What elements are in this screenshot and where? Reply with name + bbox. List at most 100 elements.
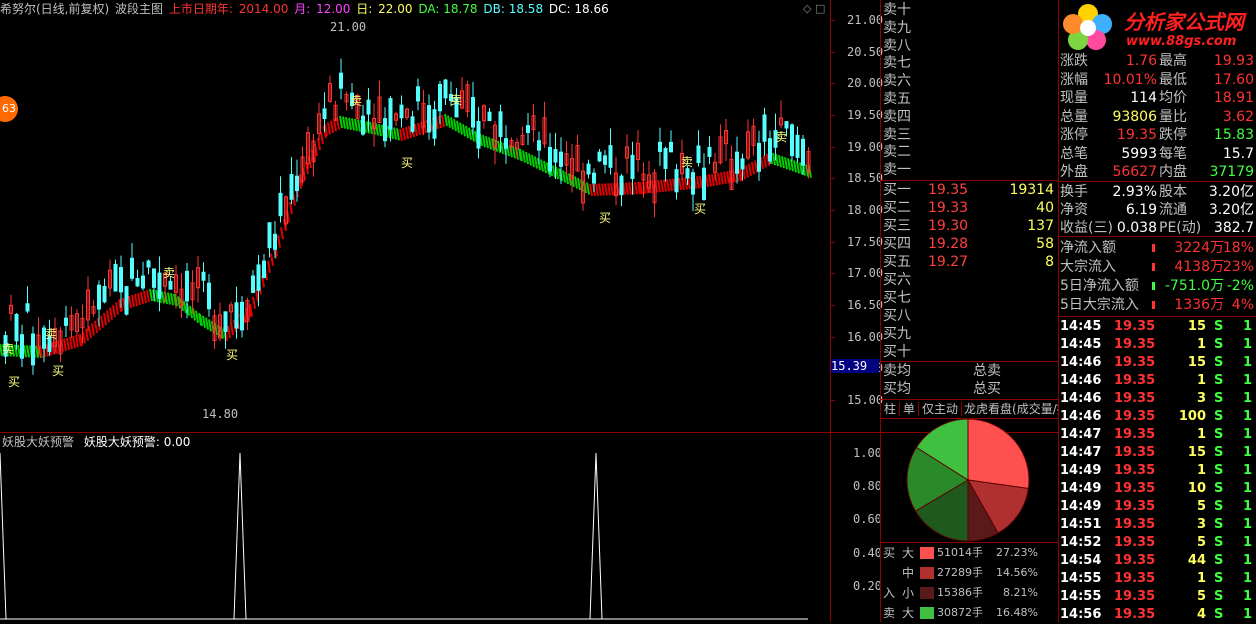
candle-body [31,333,35,366]
candle-body [443,79,448,99]
tick-volume: 15 [1187,355,1206,370]
ribbon-segment [669,178,673,192]
candle-body [185,270,189,302]
ribbon-segment [586,182,590,195]
stat-key: 换手 [1060,184,1088,200]
candle-body [586,163,591,175]
price-tick-mark [831,146,835,148]
tick-row: 14:45 19.35 1 S 1 [1060,336,1256,354]
tick-count: 1 [1242,517,1252,532]
ribbon-segment [763,155,767,168]
ribbon-segment [69,336,73,350]
tick-count: 1 [1242,355,1252,370]
sub-indicator-chart[interactable] [0,433,830,622]
tick-count: 1 [1242,553,1252,568]
tick-volume: 15 [1187,445,1206,460]
kline-chart[interactable] [0,18,830,432]
candle-body [526,125,530,133]
sell-level-row[interactable]: 卖三 [883,126,1058,144]
candle-body [207,282,211,310]
sell-level-row[interactable]: 卖十 [883,1,1058,19]
sell-level-row[interactable]: 卖九 [883,19,1058,37]
candle-body [25,303,30,312]
stat-value: 10.01% [1103,71,1157,88]
tick-side: S [1214,499,1224,514]
sell-level-row[interactable]: 卖一 [883,161,1058,179]
tick-count: 1 [1242,607,1252,622]
tick-price: 19.35 [1114,571,1156,586]
ribbon-segment [342,116,346,129]
buy-level-row[interactable]: 买六 [883,271,1058,289]
tab-bar[interactable]: 柱 [881,402,901,416]
buy-level-row[interactable]: 买四 19.28 58 [883,235,1058,253]
tick-time: 14:46 [1060,355,1102,370]
buy-level-row[interactable]: 买八 [883,307,1058,325]
stat-row: 涨幅 10.01% 最低 17.60 [1060,71,1256,89]
site-logo[interactable]: 分析家公式网 www.88gs.com [1060,0,1256,54]
ribbon-segment [720,172,724,185]
sell-level-row[interactable]: 卖六 [883,72,1058,90]
buy-level-row[interactable]: 买一 19.35 19314 [883,181,1058,199]
tick-time: 14:56 [1060,607,1102,622]
tab-single[interactable]: 单 [900,402,920,416]
tab-active-only[interactable]: 仅主动 [919,402,963,416]
price-tick-label: 18.00 [847,203,884,217]
ribbon-segment [522,150,526,163]
stat-value: 93806 [1112,108,1157,125]
sell-level-row[interactable]: 卖四 [883,108,1058,126]
candle-body [130,257,134,279]
price-tick-label: 15.00 [847,393,884,407]
price-tick-label: 19.50 [847,108,884,122]
tick-time: 14:47 [1060,427,1102,442]
ribbon-segment [485,136,489,149]
legend-volume: 51014手 [937,546,983,559]
sell-signal: 卖 [163,266,176,280]
tick-count: 1 [1242,463,1252,478]
stat-row: 换手 2.93% 股本 3.20亿 [1060,183,1256,201]
month-value: 12.00 [316,2,351,16]
sell-level-row[interactable]: 卖二 [883,143,1058,161]
legend-size: 大 [902,546,915,560]
buy-level-row[interactable]: 买五 19.27 8 [883,253,1058,271]
buy-level-row[interactable]: 买十 [883,343,1058,361]
sell-level-label: 卖五 [883,91,911,107]
sell-level-row[interactable]: 卖八 [883,37,1058,55]
tick-time: 14:55 [1060,589,1102,604]
close-icon[interactable]: □ [815,2,825,15]
ribbon-segment [512,146,516,159]
sell-level-row[interactable]: 卖五 [883,90,1058,108]
indicator-name[interactable]: 波段主图 [115,2,163,16]
candle-body [234,302,239,329]
tick-price: 19.35 [1114,517,1156,532]
candle-body [658,141,662,152]
candle-body [278,192,283,217]
sell-level-row[interactable]: 卖七 [883,54,1058,72]
ribbon-segment [396,128,400,141]
tick-side: S [1214,337,1224,352]
tick-volume: 5 [1196,589,1206,604]
buy-level-row[interactable]: 买二 19.33 40 [883,199,1058,217]
tick-count: 1 [1242,589,1252,604]
flower-logo-icon [1063,4,1112,50]
candle-body [416,86,420,102]
capital-flow-pie [906,418,1030,542]
stat-key: 最高 [1159,53,1187,69]
buy-level-row[interactable]: 买九 [883,325,1058,343]
collapse-icon[interactable]: ◇ [803,2,811,15]
stock-name[interactable]: 希努尔(日线,前复权) [0,2,109,16]
tab-dragon-tiger[interactable]: 龙虎看盘(成交量/按 [962,402,1058,416]
tick-price: 19.35 [1114,535,1156,550]
candle-body [663,148,668,169]
tick-row: 14:46 19.35 15 S 1 [1060,354,1256,372]
stat-value: 56627 [1112,164,1157,180]
ribbon-segment [208,319,212,332]
tick-volume: 44 [1187,553,1206,568]
buy-level-row[interactable]: 买三 19.30 137 [883,217,1058,235]
legend-side: 买 [883,546,896,560]
ribbon-segment [351,118,355,131]
stat-key: 流通 [1159,202,1187,218]
buy-level-row[interactable]: 买七 [883,289,1058,307]
tick-row: 14:52 19.35 5 S 1 [1060,534,1256,552]
candle-body [295,175,299,192]
candle-body [201,271,206,281]
